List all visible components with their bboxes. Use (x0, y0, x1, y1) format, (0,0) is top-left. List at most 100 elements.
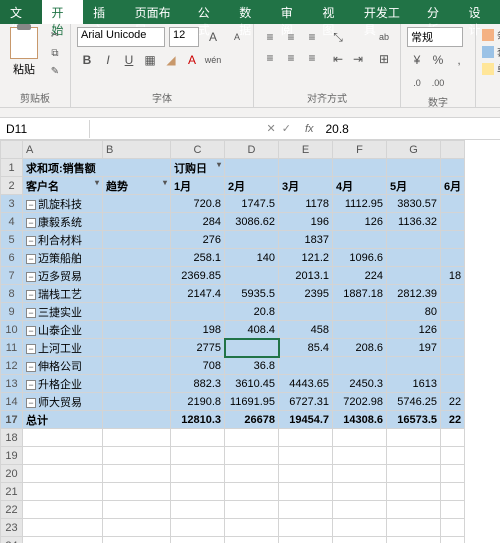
decrease-decimal-button[interactable]: .00 (428, 73, 448, 93)
pivot-row-label[interactable]: −迈策船舶 (23, 249, 103, 267)
bold-button[interactable]: B (77, 50, 97, 70)
worksheet[interactable]: A B C D E F G 1 求和项:销售额 订购日▾ 2 客户名▾ 趋势▾ … (0, 140, 500, 543)
trend-cell[interactable] (103, 195, 171, 213)
row-8[interactable]: 8 (1, 285, 23, 303)
cell[interactable] (387, 447, 441, 465)
data-cell[interactable]: 708 (171, 357, 225, 375)
data-cell[interactable]: 2395 (279, 285, 333, 303)
row-19[interactable]: 19 (1, 447, 23, 465)
trend-cell[interactable] (103, 339, 171, 357)
col-F[interactable]: F (333, 141, 387, 159)
cell[interactable] (441, 465, 465, 483)
data-cell[interactable]: 1613 (387, 375, 441, 393)
data-cell[interactable]: 1096.6 (333, 249, 387, 267)
data-cell[interactable] (225, 267, 279, 285)
collapse-icon[interactable]: − (26, 380, 36, 390)
data-cell[interactable]: 2190.8 (171, 393, 225, 411)
data-cell[interactable]: 284 (171, 213, 225, 231)
cell-styles-button[interactable]: 单元格样式 (482, 61, 500, 76)
cell[interactable] (333, 447, 387, 465)
row-13[interactable]: 13 (1, 375, 23, 393)
data-cell[interactable] (441, 249, 465, 267)
cell[interactable] (279, 465, 333, 483)
cell[interactable] (225, 483, 279, 501)
trend-cell[interactable] (103, 357, 171, 375)
col-C[interactable]: C (171, 141, 225, 159)
data-cell[interactable] (333, 321, 387, 339)
trend-cell[interactable] (103, 231, 171, 249)
wrap-text-button[interactable]: ab (374, 27, 394, 47)
data-cell[interactable]: 5935.5 (225, 285, 279, 303)
row-7[interactable]: 7 (1, 267, 23, 285)
cell[interactable] (387, 429, 441, 447)
data-cell[interactable]: 3086.62 (225, 213, 279, 231)
data-cell[interactable]: 121.2 (279, 249, 333, 267)
data-cell[interactable]: 4443.65 (279, 375, 333, 393)
trend-cell[interactable] (103, 321, 171, 339)
cell[interactable] (171, 519, 225, 537)
col-B[interactable]: B (103, 141, 171, 159)
cell[interactable] (171, 447, 225, 465)
data-cell[interactable] (441, 303, 465, 321)
cell[interactable] (387, 501, 441, 519)
cell[interactable] (103, 483, 171, 501)
month-2[interactable]: 2月 (225, 177, 279, 195)
data-cell[interactable]: 2812.39 (387, 285, 441, 303)
tab-view[interactable]: 视图 (312, 0, 354, 24)
cell[interactable] (279, 483, 333, 501)
trend-cell[interactable] (103, 213, 171, 231)
data-cell[interactable]: 3610.45 (225, 375, 279, 393)
font-name-select[interactable]: Arial Unicode (77, 27, 165, 47)
data-cell[interactable]: 408.4 (225, 321, 279, 339)
cell[interactable] (103, 429, 171, 447)
cell[interactable] (171, 465, 225, 483)
data-cell[interactable]: 258.1 (171, 249, 225, 267)
cell[interactable] (279, 447, 333, 465)
number-format-select[interactable]: 常规 (407, 27, 463, 47)
col-H[interactable] (441, 141, 465, 159)
collapse-icon[interactable]: − (26, 398, 36, 408)
data-cell[interactable]: 2369.85 (171, 267, 225, 285)
comma-button[interactable]: , (449, 50, 469, 70)
pivot-row-label[interactable]: −康毅系统 (23, 213, 103, 231)
dropdown-icon[interactable]: ▾ (95, 178, 99, 187)
collapse-icon[interactable]: − (26, 344, 36, 354)
data-cell[interactable] (441, 375, 465, 393)
collapse-icon[interactable]: − (26, 200, 36, 210)
paste-button[interactable]: 粘贴 (6, 27, 42, 77)
data-cell[interactable]: 1887.18 (333, 285, 387, 303)
total-f[interactable]: 14308.6 (333, 411, 387, 429)
data-cell[interactable]: 126 (387, 321, 441, 339)
collapse-icon[interactable]: − (26, 236, 36, 246)
pivot-measure[interactable]: 求和项:销售额 (23, 159, 171, 177)
collapse-icon[interactable]: − (26, 254, 36, 264)
row-6[interactable]: 6 (1, 249, 23, 267)
data-cell[interactable] (387, 249, 441, 267)
cell[interactable] (103, 501, 171, 519)
data-cell[interactable]: 198 (171, 321, 225, 339)
row-4[interactable]: 4 (1, 213, 23, 231)
total-e[interactable]: 19454.7 (279, 411, 333, 429)
data-cell[interactable]: 22 (441, 393, 465, 411)
increase-indent-button[interactable]: ⇥ (348, 49, 368, 69)
row-21[interactable]: 21 (1, 483, 23, 501)
tab-dev[interactable]: 开发工具 (354, 0, 417, 24)
row-18[interactable]: 18 (1, 429, 23, 447)
collapse-icon[interactable]: − (26, 326, 36, 336)
data-cell[interactable] (225, 339, 279, 357)
cell[interactable] (225, 465, 279, 483)
month-6[interactable]: 6月 (441, 177, 465, 195)
font-size-select[interactable]: 12 (169, 27, 199, 47)
tab-home[interactable]: 开始 (42, 0, 84, 24)
row-9[interactable]: 9 (1, 303, 23, 321)
cell[interactable] (387, 483, 441, 501)
grid[interactable]: A B C D E F G 1 求和项:销售额 订购日▾ 2 客户名▾ 趋势▾ … (0, 140, 465, 543)
data-cell[interactable]: 6727.31 (279, 393, 333, 411)
pivot-row-label[interactable]: −凯旋科技 (23, 195, 103, 213)
data-cell[interactable] (387, 231, 441, 249)
tab-data[interactable]: 数据 (229, 0, 271, 24)
dropdown-icon[interactable]: ▾ (217, 160, 221, 169)
month-4[interactable]: 4月 (333, 177, 387, 195)
dropdown-icon[interactable]: ▾ (163, 178, 167, 187)
collapse-icon[interactable]: − (26, 308, 36, 318)
